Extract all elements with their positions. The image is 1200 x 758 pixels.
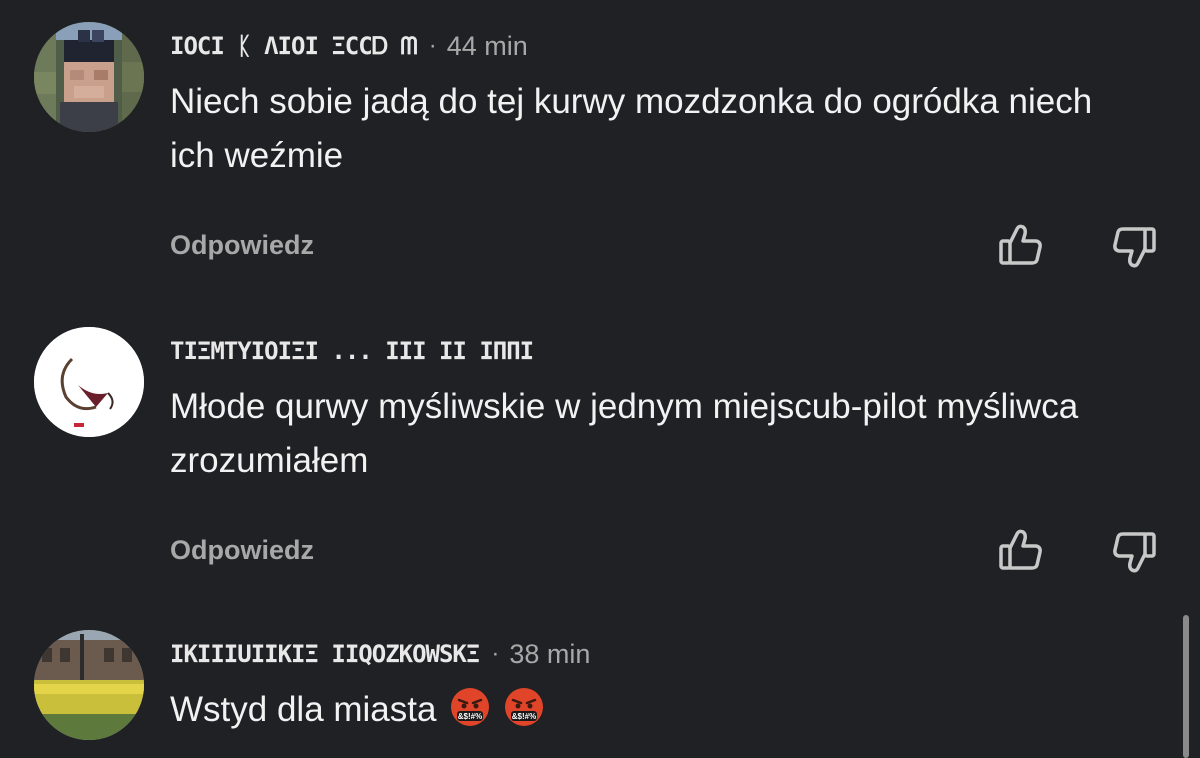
reply-button[interactable]: Odpowiedz (170, 535, 314, 566)
username[interactable]: TIΞΜΤΥΙΟΙΞΙ ... ΙΙΙ ΙΙ ΙΠΠΙ (170, 337, 534, 365)
like-button[interactable] (997, 526, 1045, 574)
username[interactable]: ΙΚΙΙΙUΙΙΚΙΞ ΙΙQΟΖΚΟWSKΞ (170, 640, 480, 668)
emoji-text: &$!#% (458, 712, 482, 721)
separator: · (428, 32, 437, 59)
emoji-text: &$!#% (512, 712, 536, 721)
separator: · (491, 640, 500, 667)
avatar[interactable] (34, 630, 144, 740)
timestamp: 44 min (446, 30, 528, 61)
avatar-pixelated-image (34, 22, 144, 132)
comment-text: Niech sobie jadą do tej kurwy mozdzonka … (170, 82, 1093, 175)
comment-meta: TIΞΜΤΥΙΟΙΞΙ ... ΙΙΙ ΙΙ ΙΠΠΙ (170, 331, 534, 371)
timestamp: 38 min (509, 638, 591, 669)
comment-meta: ΙΚΙΙΙUΙΙΚΙΞ ΙΙQΟΖΚΟWSKΞ · 38 min (170, 634, 590, 674)
username[interactable]: ІΟϹΙ ᛕ ΛΙΟΙ ΞϹϹᎠ ᗰ (170, 32, 418, 60)
dislike-button[interactable] (1110, 223, 1158, 271)
scrollbar[interactable] (1183, 615, 1189, 758)
avatar[interactable] (34, 22, 144, 132)
avatar-image (34, 327, 144, 437)
thumbs-up-icon (999, 529, 1042, 570)
thumbs-down-icon (1113, 532, 1156, 573)
angry-cursing-face-icon: &$!#% (450, 687, 490, 727)
thumbs-down-icon (1113, 227, 1156, 268)
avatar[interactable] (34, 327, 144, 437)
comments-screen: ІΟϹΙ ᛕ ΛΙΟΙ ΞϹϹᎠ ᗰ · 44 min Niech sobie … (0, 0, 1200, 758)
avatar-image (34, 630, 144, 740)
dislike-button[interactable] (1110, 528, 1158, 576)
angry-cursing-face-icon: &$!#% (504, 687, 544, 727)
comment-meta: ІΟϹΙ ᛕ ΛΙΟΙ ΞϹϹᎠ ᗰ · 44 min (170, 26, 528, 66)
comment-text: Wstyd dla miasta &$!#% &$!#% (170, 683, 1130, 737)
reply-button[interactable]: Odpowiedz (170, 230, 314, 261)
thumbs-up-icon (999, 224, 1042, 265)
comment-text: Młode qurwy myśliwskie w jednym miejscub… (170, 387, 1079, 480)
comment-text-content: Wstyd dla miasta (170, 690, 437, 729)
like-button[interactable] (997, 221, 1045, 269)
